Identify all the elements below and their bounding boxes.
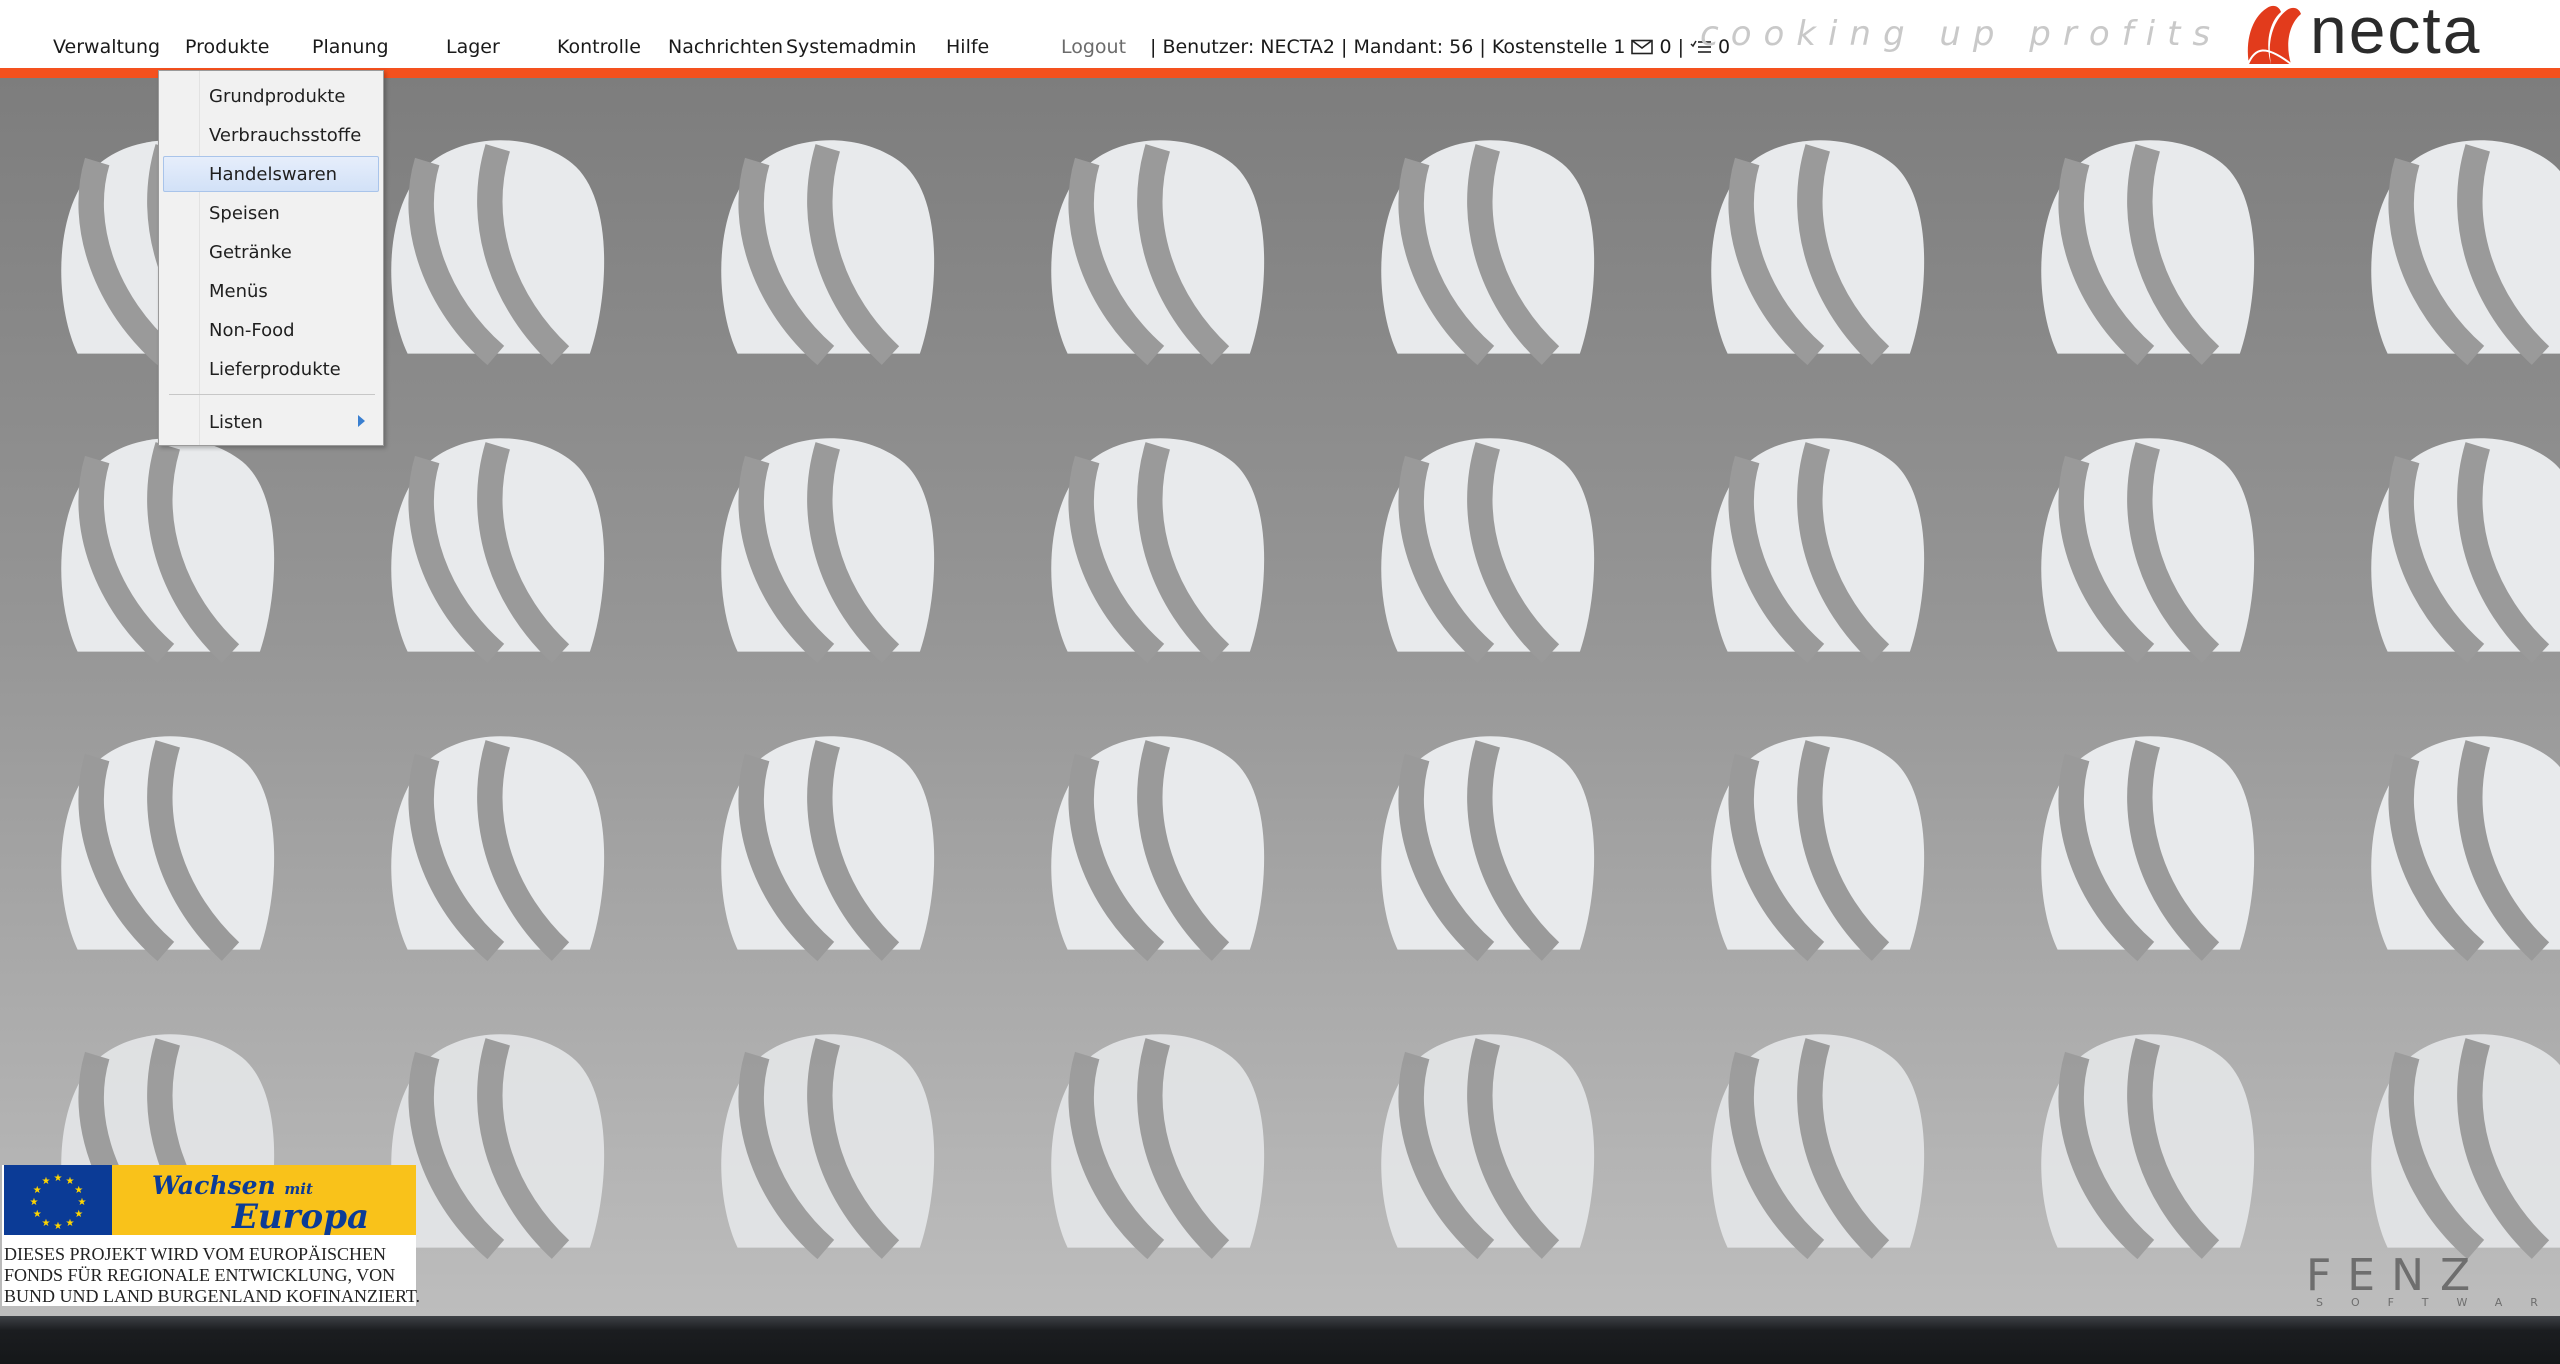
menu-item-listen[interactable]: Listen: [163, 404, 377, 438]
leaf-pattern-tile: [1711, 1034, 1924, 1249]
leaf-pattern-tile: [391, 736, 604, 951]
menu-kontrolle[interactable]: Kontrolle: [557, 36, 641, 58]
eu-star-icon: ★: [42, 1218, 51, 1229]
leaf-pattern: [0, 78, 2560, 1316]
leaf-pattern-tile: [2041, 1034, 2254, 1249]
eu-star-icon: ★: [33, 1209, 42, 1220]
submenu-arrow-icon: [358, 415, 365, 427]
menu-item-grundprodukte[interactable]: Grundprodukte: [163, 78, 377, 112]
envelope-icon[interactable]: [1631, 39, 1654, 55]
leaf-pattern-tile: [2041, 736, 2254, 951]
leaf-pattern-tile: [1051, 140, 1264, 355]
menu-item-non-food[interactable]: Non-Food: [163, 312, 377, 346]
menu-produkte[interactable]: Produkte: [185, 36, 269, 58]
leaf-pattern-tile: [2041, 438, 2254, 653]
leaf-pattern-tile: [1711, 736, 1924, 951]
eu-star-icon: ★: [74, 1209, 83, 1220]
eu-star-icon: ★: [54, 1173, 63, 1184]
leaf-pattern-tile: [391, 1034, 604, 1249]
menu-separator: [169, 394, 375, 395]
eu-star-icon: ★: [78, 1197, 87, 1208]
menu-item-label: Speisen: [209, 203, 280, 224]
eu-funding-badge: ★ ★ ★ ★ ★ ★ ★ ★ ★ ★ ★ ★ Wachsen mit Europa DIESES P…: [2, 1165, 420, 1306]
leaf-pattern-tile: [2371, 140, 2560, 355]
menu-planung[interactable]: Planung: [312, 36, 389, 58]
eu-star-icon: ★: [74, 1185, 83, 1196]
mail-count[interactable]: 0: [1659, 36, 1671, 58]
slogan: cooking up profits: [1700, 14, 2223, 54]
eu-slogan-word: Wachsen: [152, 1171, 276, 1200]
menu-item-label: Grundprodukte: [209, 86, 346, 107]
leaf-pattern-tile: [721, 1034, 934, 1249]
leaf-pattern-tile: [2371, 736, 2560, 951]
menu-item-label: Listen: [209, 412, 263, 433]
produkte-dropdown-menu: Grundprodukte Verbrauchsstoffe Handelswa…: [158, 70, 384, 446]
menu-item-lieferprodukte[interactable]: Lieferprodukte: [163, 351, 377, 385]
menu-lager[interactable]: Lager: [446, 36, 500, 58]
eu-slogan-line1: Wachsen mit: [152, 1171, 313, 1200]
menu-nachrichten[interactable]: Nachrichten: [668, 36, 783, 58]
leaf-pattern-tile: [1051, 1034, 1264, 1249]
leaf-pattern-tile: [1381, 140, 1594, 355]
top-menu-bar: Verwaltung Produkte Planung Lager Kontro…: [0, 0, 2560, 68]
status-separator: |: [1677, 36, 1684, 58]
leaf-pattern-tile: [721, 438, 934, 653]
eu-text-line: FONDS FÜR REGIONALE ENTWICKLUNG, VON: [4, 1265, 396, 1285]
leaf-pattern-tile: [1381, 1034, 1594, 1249]
leaf-pattern-tile: [721, 736, 934, 951]
eu-slogan-line2: Europa: [232, 1197, 370, 1237]
leaf-pattern-tile: [1381, 438, 1594, 653]
eu-star-icon: ★: [42, 1176, 51, 1187]
leaf-pattern-tile: [1381, 736, 1594, 951]
menu-item-label: Non-Food: [209, 320, 295, 341]
menu-item-getraenke[interactable]: Getränke: [163, 234, 377, 268]
menu-verwaltung[interactable]: Verwaltung: [53, 36, 160, 58]
fenz-watermark: FENZ: [2306, 1250, 2487, 1301]
eu-flag-icon: ★ ★★★★★★★★★★★: [4, 1165, 112, 1235]
menu-item-verbrauchsstoffe[interactable]: Verbrauchsstoffe: [163, 117, 377, 151]
accent-divider: [0, 68, 2560, 78]
fenz-watermark-sub: SOFTWARE: [2316, 1296, 2560, 1309]
logo-text: necta: [2310, 0, 2482, 67]
menu-item-label: Verbrauchsstoffe: [209, 125, 362, 146]
leaf-pattern-tile: [391, 140, 604, 355]
menu-item-label: Menüs: [209, 281, 268, 302]
logout-link[interactable]: Logout: [1061, 36, 1126, 58]
eu-star-icon: ★: [66, 1176, 75, 1187]
menu-item-menues[interactable]: Menüs: [163, 273, 377, 307]
eu-star-icon: ★: [54, 1221, 63, 1232]
eu-text-line: DIESES PROJEKT WIRD VOM EUROPÄISCHEN: [4, 1244, 387, 1264]
menu-item-label: Handelswaren: [209, 164, 338, 185]
leaf-pattern-tile: [1051, 736, 1264, 951]
leaf-pattern-tile: [1711, 438, 1924, 653]
leaf-pattern-tile: [2041, 140, 2254, 355]
menu-item-handelswaren[interactable]: Handelswaren: [163, 156, 379, 192]
eu-text-line: BUND UND LAND BURGENLAND KOFINANZIERT.: [4, 1286, 421, 1306]
leaf-pattern-tile: [61, 438, 274, 653]
menu-hilfe[interactable]: Hilfe: [946, 36, 989, 58]
user-info-text: | Benutzer: NECTA2 | Mandant: 56 | Koste…: [1150, 36, 1626, 58]
eu-star-icon: ★: [66, 1218, 75, 1229]
menu-systemadmin[interactable]: Systemadmin: [786, 36, 916, 58]
leaf-pattern-tile: [61, 736, 274, 951]
eu-star-icon: ★: [30, 1197, 39, 1208]
leaf-pattern-tile: [721, 140, 934, 355]
eu-star-icon: ★: [33, 1185, 42, 1196]
leaf-pattern-tile: [1051, 438, 1264, 653]
menu-item-label: Lieferprodukte: [209, 359, 341, 380]
status-info: | Benutzer: NECTA2 | Mandant: 56 | Koste…: [1150, 36, 1730, 58]
eu-slogan-word: mit: [284, 1180, 313, 1198]
menu-item-label: Getränke: [209, 242, 292, 263]
leaf-pattern-tile: [2371, 438, 2560, 653]
leaf-pattern-tile: [391, 438, 604, 653]
leaf-pattern-tile: [2371, 1034, 2560, 1249]
taskbar: [0, 1316, 2560, 1364]
leaf-pattern-tile: [1711, 140, 1924, 355]
menu-item-speisen[interactable]: Speisen: [163, 195, 377, 229]
